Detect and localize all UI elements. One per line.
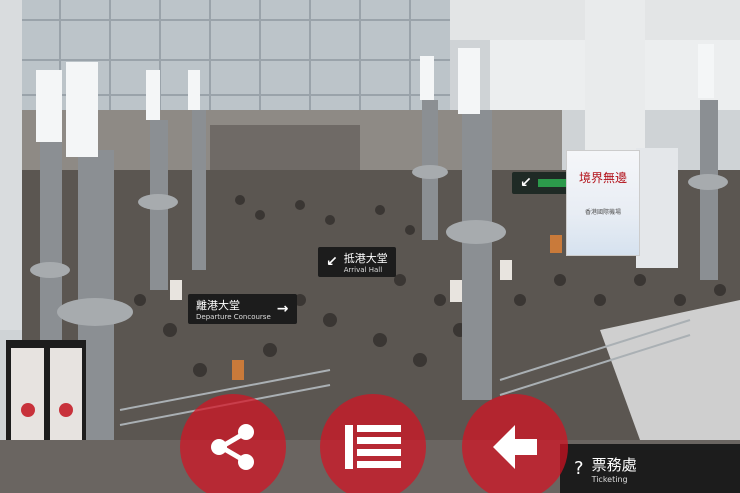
- banner-title: 境界無邊: [578, 171, 627, 185]
- sign-en: Departure Concourse: [196, 313, 271, 321]
- ticketing-sign: ? 票務處 Ticketing: [560, 444, 740, 493]
- photo: 離港大堂 Departure Concourse → ↙ 抵港大堂 Arriva…: [0, 0, 740, 493]
- arrow-right-icon: →: [276, 301, 289, 317]
- banner-subtitle: 香港國際機場: [584, 210, 621, 216]
- menu-button[interactable]: [320, 394, 426, 493]
- ticketing-en: Ticketing: [591, 474, 628, 484]
- departure-concourse-sign: 離港大堂 Departure Concourse →: [188, 294, 297, 324]
- sign-en: Arrival Hall: [343, 266, 383, 274]
- ticketing-zh: 票務處: [591, 455, 637, 474]
- arrow-down-left-icon: ↙: [520, 175, 532, 191]
- back-button[interactable]: [462, 394, 568, 493]
- list-icon: [345, 425, 401, 469]
- arrival-hall-sign: ↙ 抵港大堂 Arrival Hall: [318, 247, 396, 277]
- sign-zh: 抵港大堂: [343, 252, 388, 265]
- share-icon: [211, 424, 254, 470]
- back-arrow-icon: [493, 425, 537, 469]
- sign-zh: 離港大堂: [196, 299, 240, 312]
- share-button[interactable]: [180, 394, 286, 493]
- arrow-down-left-icon: ↙: [326, 254, 338, 270]
- question-icon: ?: [574, 458, 584, 479]
- airport-banner: 境界無邊 香港國際機場: [566, 150, 640, 256]
